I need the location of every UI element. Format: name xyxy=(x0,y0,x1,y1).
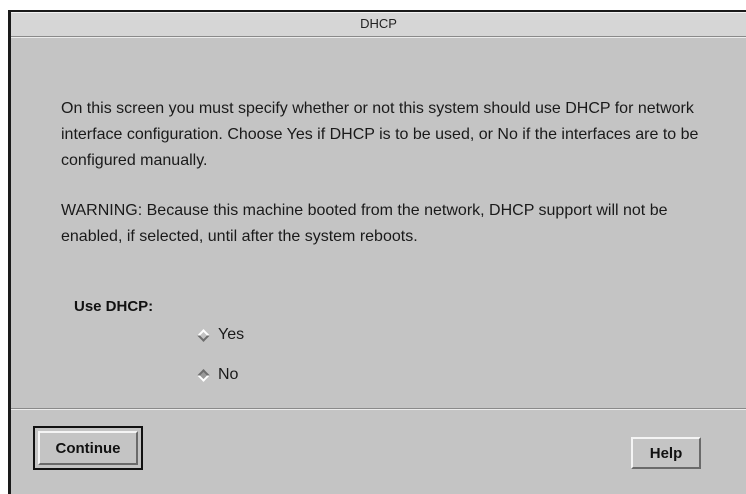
instruction-text: On this screen you must specify whether … xyxy=(61,100,699,169)
dhcp-no-label: No xyxy=(218,366,239,383)
button-separator xyxy=(11,408,746,410)
dialog-body: On this screen you must specify whether … xyxy=(11,37,746,408)
dhcp-yes-radio[interactable]: Yes xyxy=(197,326,245,344)
default-button-frame: Continue xyxy=(33,426,143,470)
dhcp-no-radio[interactable]: No xyxy=(197,366,239,384)
help-button[interactable]: Help xyxy=(631,437,701,469)
radio-selected-icon xyxy=(197,368,210,382)
dhcp-yes-label: Yes xyxy=(218,326,245,343)
window-title: DHCP xyxy=(11,12,746,37)
continue-button[interactable]: Continue xyxy=(38,431,138,465)
radio-unselected-icon xyxy=(197,328,210,342)
dhcp-dialog: DHCP On this screen you must specify whe… xyxy=(8,10,746,494)
use-dhcp-label: Use DHCP: xyxy=(74,298,154,315)
warning-text: WARNING: Because this machine booted fro… xyxy=(61,202,668,245)
